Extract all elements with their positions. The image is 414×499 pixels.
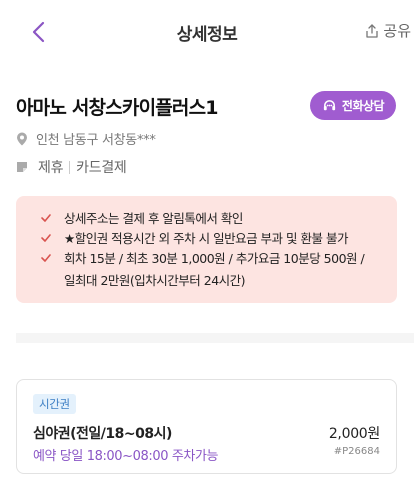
share-label: 공유 — [383, 22, 411, 40]
notice-item: ★할인권 적용시간 외 주차 시 일반요금 부과 및 환불 불가 — [40, 229, 397, 249]
tag-divider — [69, 160, 71, 174]
notice-box: 상세주소는 결제 후 알림톡에서 확인 ★할인권 적용시간 외 주차 시 일반요… — [16, 196, 397, 303]
share-icon — [366, 23, 379, 38]
top-bar: 상세정보 공유 — [0, 0, 414, 64]
call-consult-button[interactable]: 전화상담 — [310, 91, 396, 120]
tag-row: 제휴 카드결제 — [16, 157, 127, 177]
ticket-code: #P26684 — [333, 446, 380, 457]
tag-icon — [17, 162, 27, 172]
ticket-availability: 예약 당일 18:00~08:00 주차가능 — [33, 449, 219, 464]
address-text: 인천 남동구 서창동*** — [36, 133, 156, 148]
page-title: 상세정보 — [176, 25, 238, 45]
tag-card-payment: 카드결제 — [76, 160, 127, 176]
share-button[interactable]: 공유 — [364, 20, 411, 41]
ticket-card[interactable]: 시간권 심야권(전일/18~08시) 2,000원 예약 당일 18:00~08… — [16, 379, 397, 474]
check-icon — [41, 234, 51, 242]
notice-item: 상세주소는 결제 후 알림톡에서 확인 — [40, 209, 397, 229]
ticket-price: 2,000원 — [328, 426, 380, 442]
ticket-name: 심야권(전일/18~08시) — [33, 426, 172, 442]
headset-icon — [323, 100, 336, 111]
notice-item: 회차 15분 / 최초 30분 1,000원 / 추가요금 10분당 500원 … — [40, 249, 397, 269]
check-icon — [41, 214, 51, 222]
check-icon — [41, 254, 51, 262]
section-divider — [16, 333, 414, 343]
address-row: 인천 남동구 서창동*** — [16, 129, 156, 148]
ticket-type-badge: 시간권 — [33, 394, 76, 414]
place-name: 아마노 서창스카이플러스1 — [16, 97, 219, 119]
location-pin-icon — [17, 132, 27, 145]
tag-partner: 제휴 — [38, 160, 64, 176]
notice-item-text: 상세주소는 결제 후 알림톡에서 확인 — [64, 211, 243, 226]
notice-item-continued-text: 일최대 2만원(입차시간부터 24시간) — [64, 273, 246, 288]
notice-item-text: 회차 15분 / 최초 30분 1,000원 / 추가요금 10분당 500원 … — [64, 251, 365, 266]
notice-item-text: ★할인권 적용시간 외 주차 시 일반요금 부과 및 환불 불가 — [64, 231, 348, 246]
notice-item-continued: 일최대 2만원(입차시간부터 24시간) — [40, 271, 397, 291]
call-consult-label: 전화상담 — [341, 99, 385, 113]
